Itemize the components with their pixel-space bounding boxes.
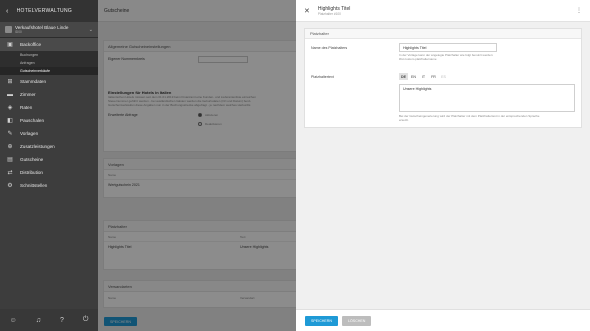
sidebar-subitem-gutscheinverkaeufe[interactable]: Gutscheinverkäufe — [0, 67, 98, 75]
backoffice-submenu: Buchungen Anfragen Gutscheinverkäufe — [0, 51, 98, 75]
sidebar-item-pauschalen[interactable]: ◧ Pauschalen — [0, 114, 98, 127]
package-icon: ◧ — [7, 118, 13, 124]
tab-lang-es[interactable]: ES — [439, 73, 448, 80]
tab-lang-it[interactable]: IT — [419, 73, 428, 80]
text-textarea[interactable]: Unsere Highlights — [399, 84, 575, 112]
tab-lang-en[interactable]: EN — [409, 73, 418, 80]
panel-title: Highlights Titel — [317, 5, 351, 12]
text-help: ersetzt. — [399, 118, 409, 122]
hotel-icon — [5, 26, 12, 33]
sidebar-item-label: Pauschalen — [20, 118, 45, 123]
sidebar-footer: ☺ ♫ ? ⏻ — [0, 309, 98, 331]
user-icon[interactable]: ☺ — [10, 317, 17, 324]
power-icon[interactable]: ⏻ — [83, 316, 89, 324]
sidebar-item-label: Distribution — [20, 170, 43, 175]
sidebar-item-zimmer[interactable]: ▬ Zimmer — [0, 88, 98, 101]
sidebar-item-gutscheine[interactable]: ▤ Gutscheine — [0, 153, 98, 166]
plug-icon: ⚙ — [7, 183, 13, 189]
briefcase-icon: ▣ — [7, 42, 13, 48]
tab-lang-de[interactable]: DE — [399, 73, 408, 80]
sidebar-item-label: Raten — [20, 105, 33, 110]
plus-icon: ⊕ — [7, 144, 13, 150]
bed-icon: ▬ — [7, 91, 13, 98]
tag-icon: ◈ — [7, 105, 13, 111]
help-icon[interactable]: ? — [60, 317, 64, 324]
chevron-down-icon: ⌄ — [88, 26, 93, 33]
text-label: Platzhaltertext — [311, 75, 334, 79]
sidebar: ‹ HOTELVERWALTUNG Verkaufshotel Blaue Li… — [0, 0, 98, 331]
sidebar-item-label: Backoffice — [20, 42, 42, 47]
language-tabs: DE EN IT FR ES — [399, 73, 449, 80]
gift-icon: ▤ — [7, 157, 13, 163]
hotel-name: Verkaufshotel Blaue Linde — [15, 25, 69, 30]
card-title: Platzhalter — [305, 29, 581, 39]
sidebar-item-label: Stammdaten — [20, 79, 47, 84]
close-icon[interactable]: ✕ — [304, 7, 310, 15]
sidebar-item-zusatzleistungen[interactable]: ⊕ Zusatzleistungen — [0, 140, 98, 153]
sidebar-header: ‹ HOTELVERWALTUNG — [0, 0, 98, 22]
modal-backdrop[interactable] — [98, 0, 296, 331]
text-help: Bei der Gutscheingenerierung wird der Pl… — [399, 114, 540, 118]
sidebar-item-stammdaten[interactable]: ⊞ Stammdaten — [0, 75, 98, 88]
name-help-code: #txt:custom.platzhaltername — [399, 57, 437, 61]
sidebar-subitem-anfragen[interactable]: Anfragen — [0, 59, 98, 67]
sidebar-item-backoffice[interactable]: ▣ Backoffice — [0, 38, 98, 51]
panel-header: ✕ Highlights Titel Platzhalter #100 ⋮ — [296, 0, 590, 22]
database-icon: ⊞ — [7, 79, 13, 85]
sidebar-item-label: Gutscheine — [20, 157, 44, 162]
sidebar-subitem-buchungen[interactable]: Buchungen — [0, 51, 98, 59]
sidebar-title: HOTELVERWALTUNG — [16, 8, 73, 14]
sidebar-item-label: Zusatzleistungen — [20, 144, 55, 149]
sidebar-item-label: Vorlagen — [20, 131, 39, 136]
share-icon: ⇄ — [7, 170, 13, 176]
hotel-selector[interactable]: Verkaufshotel Blaue Linde ID00 ⌄ — [0, 22, 98, 38]
panel-subtitle: Platzhalter #100 — [317, 11, 341, 16]
subitem-label: Gutscheinverkäufe — [20, 69, 50, 73]
edit-panel: ✕ Highlights Titel Platzhalter #100 ⋮ Pl… — [296, 0, 590, 331]
delete-button[interactable]: LÖSCHEN — [342, 316, 372, 326]
tab-lang-fr[interactable]: FR — [429, 73, 438, 80]
sidebar-item-vorlagen[interactable]: ✎ Vorlagen — [0, 127, 98, 140]
bell-icon[interactable]: ♫ — [36, 317, 41, 324]
save-button[interactable]: SPEICHERN — [305, 316, 338, 326]
sidebar-item-label: Zimmer — [20, 92, 36, 97]
name-label: Name des Platzhalters — [311, 46, 348, 50]
sidebar-item-distribution[interactable]: ⇄ Distribution — [0, 166, 98, 179]
sidebar-item-schnittstellen[interactable]: ⚙ Schnittstellen — [0, 179, 98, 192]
placeholder-form-card: Platzhalter Name des Platzhalters Highli… — [304, 28, 582, 128]
subitem-label: Buchungen — [20, 53, 39, 57]
name-input[interactable]: Highlights Titel — [399, 43, 497, 52]
panel-footer: SPEICHERN LÖSCHEN — [296, 309, 590, 331]
sidebar-item-label: Schnittstellen — [20, 183, 48, 188]
sidebar-item-raten[interactable]: ◈ Raten — [0, 101, 98, 114]
back-arrow-icon[interactable]: ‹ — [6, 8, 9, 15]
subitem-label: Anfragen — [20, 61, 35, 65]
more-vertical-icon[interactable]: ⋮ — [576, 7, 582, 14]
template-icon: ✎ — [7, 131, 13, 137]
hotel-id: ID00 — [15, 30, 22, 34]
